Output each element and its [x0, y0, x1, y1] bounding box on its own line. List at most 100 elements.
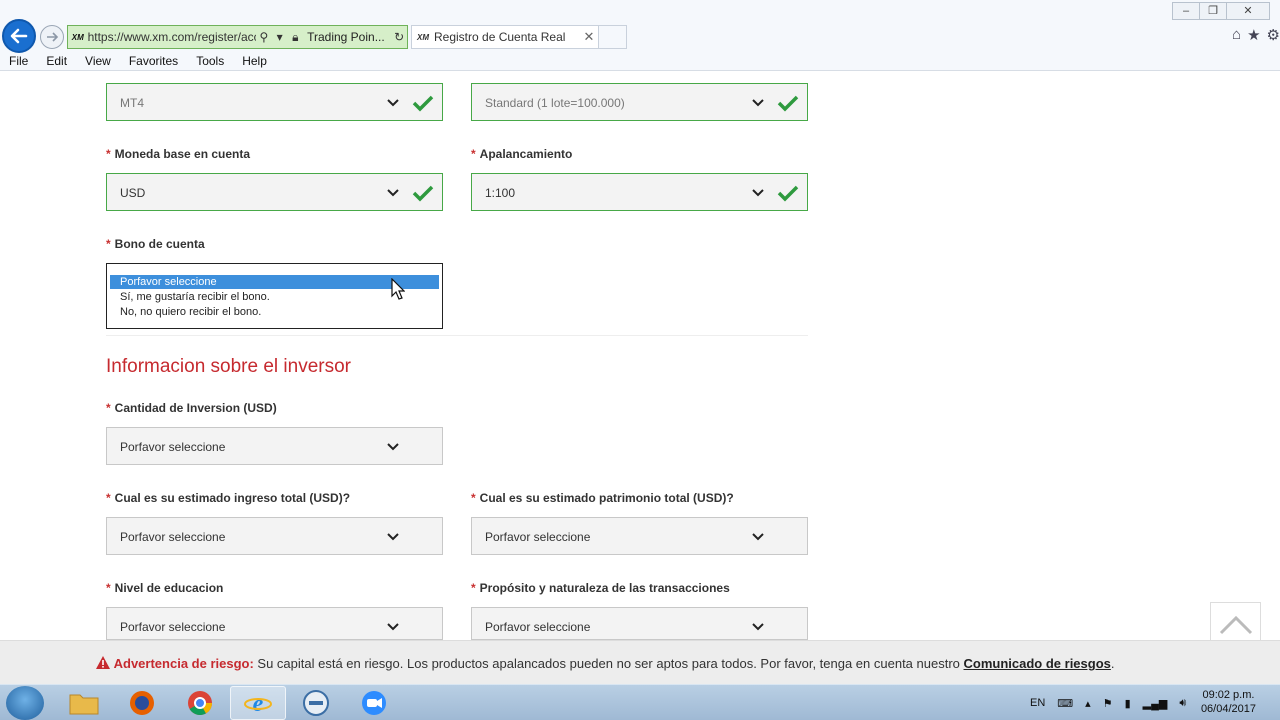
valid-check-icon [412, 185, 434, 202]
purpose-select[interactable]: Porfavor seleccione [471, 607, 808, 640]
system-tray: EN ⌨ ▴ ⚑ ▮ ▂▄▆ 🔊︎ [1030, 685, 1186, 720]
section-divider [106, 335, 808, 336]
tab-title: Registro de Cuenta Real [434, 30, 566, 44]
forward-button[interactable] [40, 25, 64, 49]
address-url[interactable]: https://www.xm.com/register/acc [88, 30, 256, 44]
taskbar-firefox[interactable] [114, 686, 170, 720]
chevron-down-icon [752, 99, 764, 107]
account-type-select[interactable]: Standard (1 lote=100.000) [471, 83, 808, 121]
refresh-icon[interactable]: ↻ [391, 30, 407, 44]
menu-edit[interactable]: Edit [37, 52, 76, 70]
gear-icon[interactable]: ⚙ [1267, 26, 1280, 44]
menu-file[interactable]: File [0, 52, 37, 70]
language-indicator[interactable]: EN [1030, 697, 1045, 709]
tab-favicon: XM [417, 32, 429, 42]
platform-value: MT4 [120, 96, 144, 110]
valid-check-icon [412, 95, 434, 112]
menu-help[interactable]: Help [233, 52, 276, 70]
chevron-down-icon [752, 189, 764, 197]
search-icon[interactable]: ⚲ [256, 30, 272, 44]
taskbar-chrome[interactable] [172, 686, 228, 720]
risk-warning-text: Su capital está en riesgo. Los productos… [257, 656, 960, 671]
chevron-down-icon [387, 189, 399, 197]
close-tab-icon[interactable]: ✕ [580, 29, 598, 45]
address-bar[interactable]: XM https://www.xm.com/register/acc ⚲ ▾ 🔒… [67, 25, 408, 49]
ie-icon: e [244, 691, 272, 717]
wealth-select[interactable]: Porfavor seleccione [471, 517, 808, 555]
platform-select[interactable]: MT4 [106, 83, 443, 121]
menu-view[interactable]: View [76, 52, 120, 70]
minimize-button[interactable]: – [1172, 2, 1200, 20]
zoom-icon [362, 691, 386, 715]
bonus-option-no[interactable]: No, no quiero recibir el bono. [110, 305, 439, 319]
income-select[interactable]: Porfavor seleccione [106, 517, 443, 555]
battery-icon[interactable]: ▮ [1125, 697, 1131, 710]
warning-icon [96, 656, 110, 669]
chevron-down-icon [752, 533, 764, 541]
menu-tools[interactable]: Tools [187, 52, 233, 70]
window-controls: – ❐ ✕ [1172, 2, 1270, 20]
back-button[interactable] [2, 19, 36, 53]
volume-icon[interactable]: 🔊︎ [1179, 697, 1186, 710]
leverage-label: * Apalancamiento [471, 147, 573, 161]
chevron-down-icon [387, 533, 399, 541]
amount-value: Porfavor seleccione [120, 440, 226, 454]
back-arrow-icon [10, 28, 28, 44]
network-signal-icon[interactable]: ▂▄▆ [1143, 697, 1168, 710]
dell-icon [303, 690, 329, 716]
leverage-select[interactable]: 1:100 [471, 173, 808, 211]
valid-check-icon [777, 95, 799, 112]
close-window-button[interactable]: ✕ [1226, 2, 1270, 20]
taskbar-folder[interactable] [56, 686, 112, 720]
account-type-value: Standard (1 lote=100.000) [485, 96, 625, 110]
svg-text:e: e [253, 691, 264, 717]
lock-icon[interactable]: 🔒︎ [287, 30, 303, 45]
valid-check-icon [777, 185, 799, 202]
risk-warning-label: Advertencia de riesgo: [113, 656, 254, 671]
home-icon[interactable]: ⌂ [1232, 26, 1241, 44]
currency-select[interactable]: USD [106, 173, 443, 211]
clock-date: 06/04/2017 [1200, 703, 1256, 715]
tray-expand-icon[interactable]: ▴ [1085, 697, 1091, 710]
windows-taskbar: e EN ⌨ ▴ ⚑ ▮ ▂▄▆ 🔊︎ 09:02 p.m. 06/04/201… [0, 684, 1280, 720]
clock-time: 09:02 p.m. [1202, 689, 1255, 701]
taskbar-dell[interactable] [288, 686, 344, 720]
education-select[interactable]: Porfavor seleccione [106, 607, 443, 640]
wealth-label: * Cual es su estimado patrimonio total (U… [471, 491, 734, 505]
investor-section-title: Informacion sobre el inversor [106, 356, 351, 377]
browser-chrome: XM https://www.xm.com/register/acc ⚲ ▾ 🔒… [0, 0, 1280, 71]
dropdown-arrow-icon[interactable]: ▾ [272, 30, 288, 44]
forward-arrow-icon [47, 32, 59, 42]
site-identity[interactable]: Trading Poin... [307, 30, 391, 44]
taskbar-clock[interactable]: 09:02 p.m. 06/04/2017 [1201, 688, 1256, 716]
new-tab-button[interactable] [599, 25, 627, 49]
chrome-icon [188, 691, 212, 716]
menu-favorites[interactable]: Favorites [120, 52, 187, 70]
education-label: * Nivel de educacion [106, 581, 224, 595]
tab-registro[interactable]: XM Registro de Cuenta Real ✕ [411, 25, 599, 49]
risk-warning-bar: Advertencia de riesgo: Su capital está e… [0, 640, 1280, 684]
favorites-star-icon[interactable]: ★ [1247, 26, 1260, 44]
restore-button[interactable]: ❐ [1199, 2, 1227, 20]
purpose-label: * Propósito y naturaleza de las transacci… [471, 581, 730, 595]
amount-select[interactable]: Porfavor seleccione [106, 427, 443, 465]
income-value: Porfavor seleccione [120, 530, 226, 544]
wealth-value: Porfavor seleccione [485, 530, 591, 544]
menu-bar: File Edit View Favorites Tools Help [0, 52, 276, 70]
firefox-icon [130, 691, 154, 715]
taskbar-ie[interactable]: e [230, 686, 286, 720]
currency-label: * Moneda base en cuenta [106, 147, 251, 161]
start-button[interactable] [6, 686, 44, 720]
leverage-value: 1:100 [485, 186, 516, 200]
currency-value: USD [120, 186, 146, 200]
bonus-option-default[interactable]: Porfavor seleccione [110, 275, 439, 289]
bonus-option-yes[interactable]: Sí, me gustaría recibir el bono. [110, 290, 439, 304]
risk-warning-end: . [1110, 656, 1115, 671]
action-center-flag-icon[interactable]: ⚑ [1103, 697, 1113, 710]
income-label: * Cual es su estimado ingreso total (USD)… [106, 491, 351, 505]
taskbar-zoom[interactable] [346, 686, 402, 720]
chevron-down-icon [387, 623, 399, 631]
keyboard-icon[interactable]: ⌨ [1057, 697, 1073, 710]
risk-disclosure-link[interactable]: Comunicado de riesgos [964, 656, 1111, 671]
chevron-down-icon [752, 623, 764, 631]
